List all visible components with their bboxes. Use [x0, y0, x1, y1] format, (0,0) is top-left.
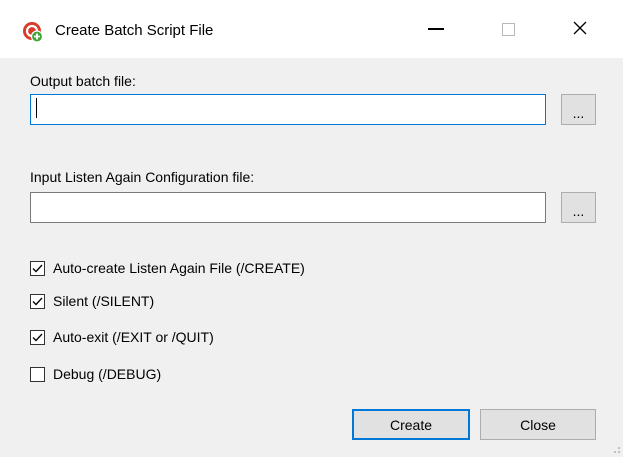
output-browse-label: ...: [572, 105, 585, 121]
debug-checkbox[interactable]: [30, 366, 45, 382]
autocreate-checkbox[interactable]: [30, 260, 45, 276]
autoexit-checkbox[interactable]: [30, 329, 45, 345]
debug-label: Debug (/DEBUG): [53, 366, 162, 382]
create-button[interactable]: Create: [352, 409, 470, 440]
minimize-icon: [428, 28, 444, 30]
close-window-button[interactable]: [557, 0, 603, 58]
create-button-label: Create: [389, 416, 433, 433]
input-browse-button[interactable]: ...: [561, 192, 596, 223]
input-config-input[interactable]: [30, 192, 546, 223]
minimize-button[interactable]: [413, 0, 459, 58]
checkmark-icon: [32, 297, 43, 305]
silent-checkbox[interactable]: [30, 293, 45, 309]
maximize-button: [485, 0, 531, 58]
checkmark-icon: [32, 264, 43, 272]
window-title: Create Batch Script File: [55, 22, 214, 39]
dialog-window: Create Batch Script File Output batch fi…: [0, 0, 623, 455]
text-caret: [36, 98, 37, 118]
resize-grip-icon[interactable]: [609, 441, 621, 453]
app-logo-icon: [22, 21, 44, 43]
option-debug[interactable]: Debug (/DEBUG): [30, 364, 161, 384]
autoexit-label: Auto-exit (/EXIT or /QUIT): [53, 329, 214, 345]
option-autocreate[interactable]: Auto-create Listen Again File (/CREATE): [30, 258, 305, 278]
output-browse-button[interactable]: ...: [561, 94, 596, 125]
input-browse-label: ...: [572, 203, 585, 219]
close-button[interactable]: Close: [480, 409, 596, 440]
title-bar[interactable]: Create Batch Script File: [0, 0, 623, 58]
option-autoexit[interactable]: Auto-exit (/EXIT or /QUIT): [30, 327, 214, 347]
maximize-icon: [501, 22, 515, 36]
option-silent[interactable]: Silent (/SILENT): [30, 291, 154, 311]
close-button-label: Close: [520, 416, 556, 433]
output-file-input[interactable]: [30, 94, 546, 125]
autocreate-label: Auto-create Listen Again File (/CREATE): [53, 260, 305, 276]
close-icon: [572, 20, 588, 39]
checkmark-icon: [32, 333, 43, 341]
input-config-label: Input Listen Again Configuration file:: [30, 169, 255, 185]
output-file-label: Output batch file:: [30, 73, 136, 89]
silent-label: Silent (/SILENT): [53, 293, 155, 309]
